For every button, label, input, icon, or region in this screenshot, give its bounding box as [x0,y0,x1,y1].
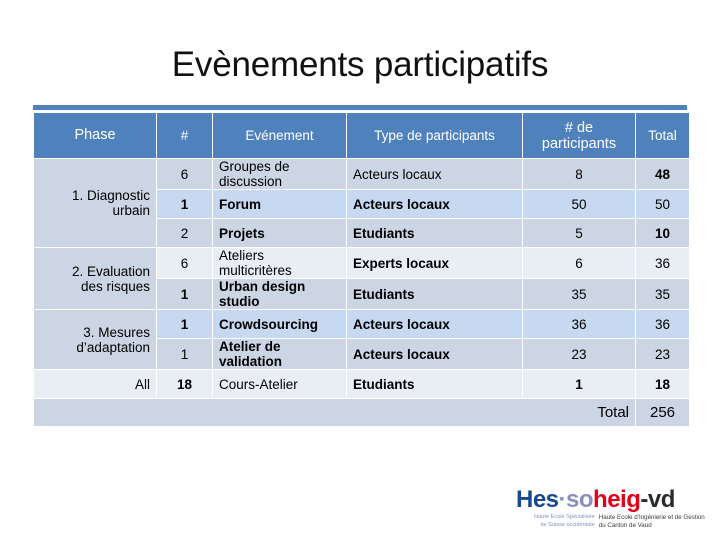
event-name-line2: validation [219,354,283,369]
table-row: 2. Evaluation des risques 6 Ateliers mul… [34,248,689,309]
column-header-total: Total [636,113,689,158]
cell-row-total: 35 [636,279,689,309]
cell-row-total: 18 [636,370,689,398]
cell-row-total: 36 [636,248,689,278]
cell-participant-type: Acteurs locaux [347,159,522,189]
phase-label-line2: des risques [80,278,150,294]
column-header-participant-type: Type de participants [347,113,522,158]
table-row: All 18 Cours-Atelier Etudiants 1 18 [34,370,689,398]
cell-event-count: 1 [157,279,212,309]
cell-event-count: 1 [157,339,212,369]
phase-label-line1: 3. Mesures [83,324,150,340]
cell-participant-count: 1 [523,370,635,398]
logo-so-text: so [566,486,594,513]
logo-subtitle-block: Haute Ecole Spécialisée de Suisse occide… [500,514,715,529]
logo-wordmark: Hes·soheig-vd [500,487,715,512]
cell-event-name: Crowdsourcing [213,310,346,338]
event-name-line1: Groupes de [219,159,290,174]
logo-vd-text: -vd [640,486,675,513]
cell-event-name: Urban design studio [213,279,346,309]
cell-event-count: 18 [157,370,212,398]
logo-subtitle-hesso: Haute Ecole Spécialisée de Suisse occide… [514,514,595,529]
logo-heig-text: heig [593,486,641,513]
phase-cell-mesures-adaptation: 3. Mesures d’adaptation [34,310,156,369]
participant-count-line1: # de [564,119,594,136]
table-body: 1. Diagnostic urbain 6 Groupes de discus… [34,159,689,426]
cell-participant-count: 35 [523,279,635,309]
cell-participant-count: 8 [523,159,635,189]
cell-participant-type: Etudiants [347,370,522,398]
cell-event-name: Groupes de discussion [213,159,346,189]
logo-subtitle-heigvd-line2: du Canton de Vaud [598,521,652,529]
cell-event-count: 1 [157,310,212,338]
phase-cell-diagnostic-urbain: 1. Diagnostic urbain [34,159,156,247]
phase-label-line1: 1. Diagnostic [71,188,150,203]
grand-total-value: 256 [636,399,689,426]
participatory-events-table-wrapper: Phase # Evénement Type de participants #… [33,105,690,427]
page-title: Evènements participatifs [171,45,549,84]
column-header-event: Evénement [213,113,346,158]
cell-event-count: 1 [157,190,212,218]
logo-hes-text: Hes [516,486,559,513]
grand-total-label: Total [34,399,635,426]
phase-label-line1: 2. Evaluation [71,263,150,279]
column-header-phase: Phase [34,113,156,158]
event-name-line1: Ateliers [219,248,265,263]
hes-so-heig-vd-logo: Hes·soheig-vd Haute Ecole Spécialisée de… [500,487,715,535]
table-top-accent-bar [33,105,687,110]
logo-subtitle-hesso-line1: Haute Ecole Spécialisée [534,514,595,520]
table-row: 3. Mesures d’adaptation 1 Crowdsourcing … [34,310,689,369]
cell-participant-type: Acteurs locaux [347,339,522,369]
logo-subtitle-heigvd-line1: Haute Ecole d’Ingénierie et de Gestion [598,514,705,521]
table-header: Phase # Evénement Type de participants #… [34,113,689,158]
cell-event-count: 2 [157,219,212,247]
cell-row-total: 48 [636,159,689,189]
grand-total-row: Total 256 [34,399,689,426]
phase-label-line2: d’adaptation [76,339,150,355]
cell-participant-type: Etudiants [347,279,522,309]
cell-event-name: Projets [213,219,346,247]
event-name-line2: multicritères [219,263,292,278]
cell-row-total: 50 [636,190,689,218]
cell-participant-type: Experts locaux [347,248,522,278]
column-header-participant-count: # de participants [523,113,635,158]
cell-row-total: 10 [636,219,689,247]
cell-participant-type: Acteurs locaux [347,310,522,338]
event-name-line2: studio [219,294,260,309]
cell-participant-count: 6 [523,248,635,278]
cell-event-name: Cours-Atelier [213,370,346,398]
cell-participant-count: 36 [523,310,635,338]
phase-cell-all: All [34,370,156,398]
cell-row-total: 36 [636,310,689,338]
cell-participant-type: Acteurs locaux [347,190,522,218]
slide-canvas: Evènements participatifs Phase # Evéneme… [0,0,720,540]
phase-label-line2: urbain [112,203,150,218]
cell-event-name: Ateliers multicritères [213,248,346,278]
cell-participant-count: 5 [523,219,635,247]
column-header-event-count: # [157,113,212,158]
logo-dot-icon: · [558,486,567,513]
table-header-row: Phase # Evénement Type de participants #… [34,113,689,158]
event-name-line2: discussion [219,174,283,189]
participatory-events-table: Phase # Evénement Type de participants #… [33,112,690,427]
event-name-line1: Urban design [219,279,306,294]
cell-participant-count: 23 [523,339,635,369]
cell-event-name: Atelier de validation [213,339,346,369]
cell-event-name: Forum [213,190,346,218]
logo-subtitle-heigvd: Haute Ecole d’Ingénierie et de Gestion d… [599,514,715,529]
participant-count-line2: participants [541,135,617,152]
cell-event-count: 6 [157,248,212,278]
phase-cell-evaluation-des-risques: 2. Evaluation des risques [34,248,156,309]
event-name-line1: Atelier de [219,339,281,354]
cell-row-total: 23 [636,339,689,369]
cell-participant-type: Etudiants [347,219,522,247]
cell-event-count: 6 [157,159,212,189]
cell-participant-count: 50 [523,190,635,218]
table-row: 1. Diagnostic urbain 6 Groupes de discus… [34,159,689,247]
logo-subtitle-hesso-line2: de Suisse occidentale [540,521,595,528]
